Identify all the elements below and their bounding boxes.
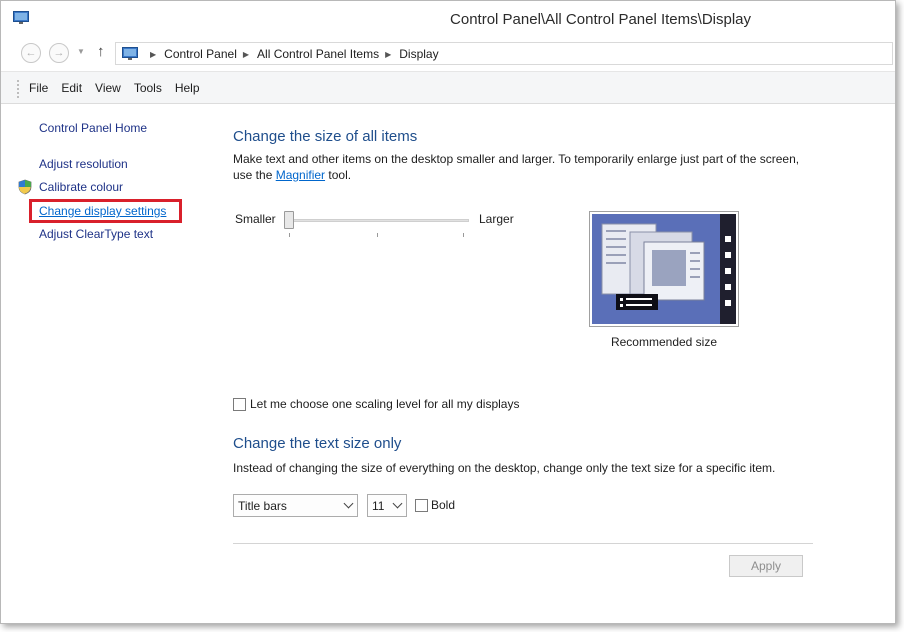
back-arrow-icon: ← [25, 47, 37, 59]
bold-checkbox[interactable] [415, 499, 428, 512]
size-slider-track[interactable] [289, 219, 469, 222]
up-button[interactable]: ↑ [97, 43, 105, 60]
size-description: Make text and other items on the desktop… [233, 151, 808, 183]
breadcrumb-display[interactable]: Display [399, 47, 438, 61]
size-desc-after: tool. [325, 168, 352, 182]
text-item-select[interactable]: Title bars [233, 494, 358, 517]
chevron-down-icon: ▼ [77, 47, 85, 56]
address-bar: ← → ▼ ↑ ▶ Control Panel ▶ All Control Pa… [1, 39, 895, 69]
chevron-down-icon [343, 498, 354, 509]
forward-arrow-icon: → [53, 47, 65, 59]
breadcrumb-control-panel[interactable]: Control Panel [164, 47, 237, 61]
divider [233, 543, 813, 544]
font-size-select-value: 11 [372, 499, 385, 513]
scaling-checkbox-label[interactable]: Let me choose one scaling level for all … [250, 397, 519, 411]
breadcrumb-arrow-icon[interactable]: ▶ [150, 50, 156, 59]
menu-view[interactable]: View [95, 81, 121, 95]
size-slider-thumb[interactable] [284, 211, 294, 229]
slider-tick [289, 233, 290, 237]
recommended-size-caption: Recommended size [610, 335, 718, 349]
menu-items: File Edit View Tools Help [29, 81, 213, 95]
menu-help[interactable]: Help [175, 81, 200, 95]
apply-button[interactable]: Apply [729, 555, 803, 577]
scaling-checkbox[interactable] [233, 398, 246, 411]
menu-edit[interactable]: Edit [61, 81, 82, 95]
shield-icon [18, 179, 32, 195]
bold-checkbox-label[interactable]: Bold [431, 498, 455, 512]
font-size-select[interactable]: 11 [367, 494, 407, 517]
text-item-select-value: Title bars [238, 499, 287, 513]
slider-tick [377, 233, 378, 237]
main-content: Change the size of all items Make text a… [233, 105, 833, 625]
menu-tools[interactable]: Tools [134, 81, 162, 95]
up-arrow-icon: ↑ [97, 43, 105, 60]
sidebar: Control Panel Home Adjust resolution Cal… [1, 105, 211, 625]
window-title: Control Panel\All Control Panel Items\Di… [450, 11, 751, 28]
menu-grip [17, 80, 19, 98]
breadcrumb-arrow-icon[interactable]: ▶ [243, 50, 249, 59]
sidebar-item-adjust-resolution[interactable]: Adjust resolution [39, 157, 128, 171]
sidebar-item-control-panel-home[interactable]: Control Panel Home [39, 121, 147, 135]
size-heading: Change the size of all items [233, 128, 418, 145]
breadcrumb-all-items[interactable]: All Control Panel Items [257, 47, 379, 61]
magnifier-link[interactable]: Magnifier [276, 168, 325, 182]
display-window: Control Panel\All Control Panel Items\Di… [0, 0, 896, 624]
back-button[interactable]: ← [21, 43, 41, 63]
breadcrumb-arrow-icon[interactable]: ▶ [385, 50, 391, 59]
control-panel-icon [122, 47, 138, 60]
sidebar-item-change-display-settings[interactable]: Change display settings [39, 204, 166, 218]
slider-max-label: Larger [479, 212, 514, 226]
text-size-heading: Change the text size only [233, 435, 402, 452]
title-bar: Control Panel\All Control Panel Items\Di… [1, 1, 895, 39]
display-preview [589, 211, 739, 327]
slider-tick [463, 233, 464, 237]
recent-locations-dropdown[interactable]: ▼ [77, 47, 85, 56]
breadcrumb: ▶ Control Panel ▶ All Control Panel Item… [144, 47, 439, 61]
sidebar-item-adjust-cleartype[interactable]: Adjust ClearType text [39, 227, 153, 241]
address-box[interactable]: ▶ Control Panel ▶ All Control Panel Item… [115, 42, 893, 65]
forward-button[interactable]: → [49, 43, 69, 63]
menu-file[interactable]: File [29, 81, 48, 95]
sidebar-item-calibrate-colour[interactable]: Calibrate colour [39, 180, 123, 194]
menu-bar: File Edit View Tools Help [1, 71, 895, 104]
slider-min-label: Smaller [235, 212, 276, 226]
chevron-down-icon [392, 498, 403, 509]
text-size-description: Instead of changing the size of everythi… [233, 461, 776, 475]
preview-image [592, 214, 736, 324]
